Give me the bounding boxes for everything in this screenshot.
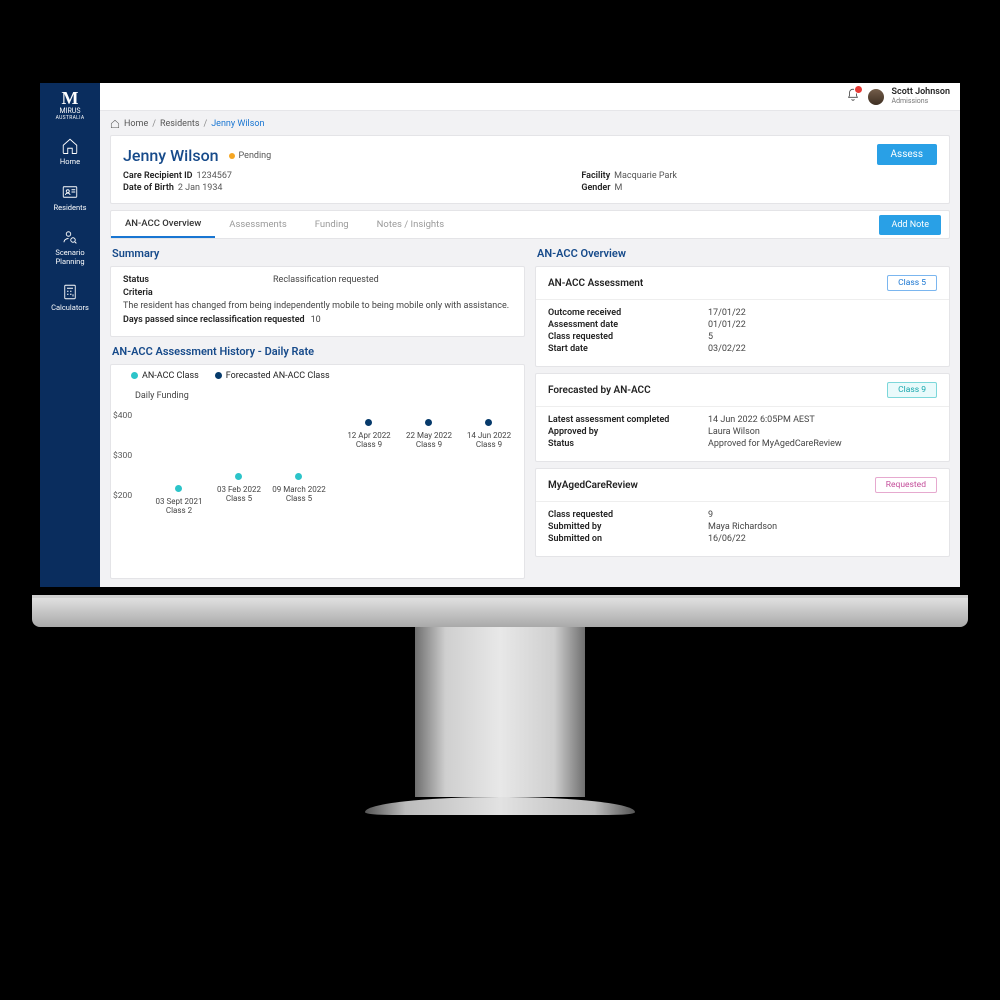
person-search-icon <box>61 228 79 246</box>
breadcrumb: Home / Residents / Jenny Wilson <box>110 119 950 129</box>
add-note-button[interactable]: Add Note <box>879 215 941 235</box>
user-role: Admissions <box>892 98 950 106</box>
right-column: AN-ACC Overview AN-ACC Assessment Class … <box>535 245 950 579</box>
review-card: MyAgedCareReview Requested Class request… <box>535 468 950 557</box>
sidebar-item-label: Calculators <box>51 304 89 313</box>
notifications-button[interactable] <box>846 88 860 105</box>
info-dob: Date of Birth2 Jan 1934 <box>123 183 232 193</box>
assessment-badge: Class 5 <box>887 275 937 291</box>
monitor-base <box>32 595 968 627</box>
chart-area: $400 $300 $200 03 Sept 2021Class 2 03 Fe… <box>135 405 514 525</box>
legend-dot-forecast <box>215 372 222 379</box>
legend-anacc: AN-ACC Class <box>142 371 199 381</box>
chart-point-label: 14 Jun 2022Class 9 <box>459 431 519 449</box>
summary-days-v: 10 <box>311 315 321 325</box>
tab-notes-insights[interactable]: Notes / Insights <box>363 212 459 237</box>
chart-title: AN-ACC Assessment History - Daily Rate <box>110 343 525 358</box>
sidebar-item-residents[interactable]: Residents <box>40 175 100 221</box>
sidebar-item-label: Residents <box>54 204 87 213</box>
forecast-heading: Forecasted by AN-ACC <box>548 385 651 396</box>
monitor-foot <box>365 797 635 815</box>
chart-card: AN-ACC Class Forecasted AN-ACC Class Dai… <box>110 364 525 579</box>
topbar: Scott Johnson Admissions <box>100 83 960 111</box>
tabs: AN-ACC Overview Assessments Funding Note… <box>110 210 950 239</box>
calculator-icon <box>61 283 79 301</box>
pending-dot-icon <box>229 153 235 159</box>
overview-title: AN-ACC Overview <box>535 245 950 260</box>
main-area: Scott Johnson Admissions Home / Resident… <box>100 83 960 587</box>
ytick-400: $400 <box>113 411 132 421</box>
home-icon <box>110 119 120 129</box>
summary-status-k: Status <box>123 275 273 285</box>
resident-header-card: Assess Jenny Wilson Pending Care Recipie… <box>110 135 950 204</box>
summary-title: Summary <box>110 245 525 260</box>
sidebar-item-label: Scenario Planning <box>55 249 84 266</box>
id-card-icon <box>61 183 79 201</box>
brand-logo: M MIRUS AUSTRALIA <box>56 89 85 121</box>
breadcrumb-sep: / <box>204 119 208 129</box>
app-screen: M MIRUS AUSTRALIA Home Residents Scenari… <box>40 83 960 587</box>
chart-point <box>295 473 302 480</box>
chart-point-label: 03 Feb 2022Class 5 <box>209 485 269 503</box>
chart-point <box>425 419 432 426</box>
sidebar-item-scenario-planning[interactable]: Scenario Planning <box>40 220 100 274</box>
chart-point-label: 09 March 2022Class 5 <box>269 485 329 503</box>
columns: Summary StatusReclassification requested… <box>110 245 950 579</box>
chart-point-label: 03 Sept 2021Class 2 <box>149 497 209 515</box>
breadcrumb-residents[interactable]: Residents <box>160 119 200 129</box>
review-badge: Requested <box>875 477 937 493</box>
info-gender: GenderM <box>581 183 677 193</box>
content-body: Home / Residents / Jenny Wilson Assess J… <box>100 111 960 587</box>
resident-name: Jenny Wilson <box>123 146 219 165</box>
assess-button[interactable]: Assess <box>877 144 937 165</box>
chart-point <box>365 419 372 426</box>
monitor-stand <box>415 627 585 797</box>
notification-badge <box>854 85 863 94</box>
breadcrumb-current: Jenny Wilson <box>211 119 264 129</box>
chart-point-label: 22 May 2022Class 9 <box>399 431 459 449</box>
summary-criteria-k: Criteria <box>123 288 273 298</box>
monitor-frame: M MIRUS AUSTRALIA Home Residents Scenari… <box>32 75 968 815</box>
summary-status-v: Reclassification requested <box>273 275 379 285</box>
chart-point-label: 12 Apr 2022Class 9 <box>339 431 399 449</box>
forecast-badge: Class 9 <box>887 382 937 398</box>
brand-name: MIRUS <box>59 107 80 115</box>
sidebar-item-label: Home <box>60 158 80 167</box>
ytick-200: $200 <box>113 491 132 501</box>
monitor-bezel: M MIRUS AUSTRALIA Home Residents Scenari… <box>32 75 968 595</box>
assessment-heading: AN-ACC Assessment <box>548 278 643 289</box>
brand-subtitle: AUSTRALIA <box>56 115 85 121</box>
brand-glyph: M <box>61 89 78 107</box>
info-facility: FacilityMacquarie Park <box>581 171 677 181</box>
review-heading: MyAgedCareReview <box>548 480 638 491</box>
info-care-id: Care Recipient ID1234567 <box>123 171 232 181</box>
forecast-card: Forecasted by AN-ACC Class 9 Latest asse… <box>535 373 950 462</box>
avatar[interactable] <box>868 89 884 105</box>
legend-dot-anacc <box>131 372 138 379</box>
home-icon <box>61 137 79 155</box>
breadcrumb-home[interactable]: Home <box>124 119 148 129</box>
tab-anacc-overview[interactable]: AN-ACC Overview <box>111 211 215 238</box>
summary-criteria-text: The resident has changed from being inde… <box>123 301 512 311</box>
status-pill: Pending <box>229 151 272 161</box>
chart-axis-label: Daily Funding <box>111 381 524 405</box>
chart-point <box>235 473 242 480</box>
chart-legend: AN-ACC Class Forecasted AN-ACC Class <box>111 365 524 381</box>
tab-funding[interactable]: Funding <box>301 212 363 237</box>
summary-days-k: Days passed since reclassification reque… <box>123 315 305 325</box>
sidebar: M MIRUS AUSTRALIA Home Residents Scenari… <box>40 83 100 587</box>
status-label: Pending <box>239 151 272 161</box>
left-column: Summary StatusReclassification requested… <box>110 245 525 579</box>
chart-point <box>175 485 182 492</box>
chart-point <box>485 419 492 426</box>
legend-forecast: Forecasted AN-ACC Class <box>226 371 330 381</box>
breadcrumb-sep: / <box>152 119 156 129</box>
user-block[interactable]: Scott Johnson Admissions <box>892 88 950 106</box>
summary-card: StatusReclassification requested Criteri… <box>110 266 525 337</box>
sidebar-item-calculators[interactable]: Calculators <box>40 275 100 321</box>
ytick-300: $300 <box>113 451 132 461</box>
assessment-card: AN-ACC Assessment Class 5 Outcome receiv… <box>535 266 950 367</box>
sidebar-item-home[interactable]: Home <box>40 129 100 175</box>
tab-assessments[interactable]: Assessments <box>215 212 300 237</box>
